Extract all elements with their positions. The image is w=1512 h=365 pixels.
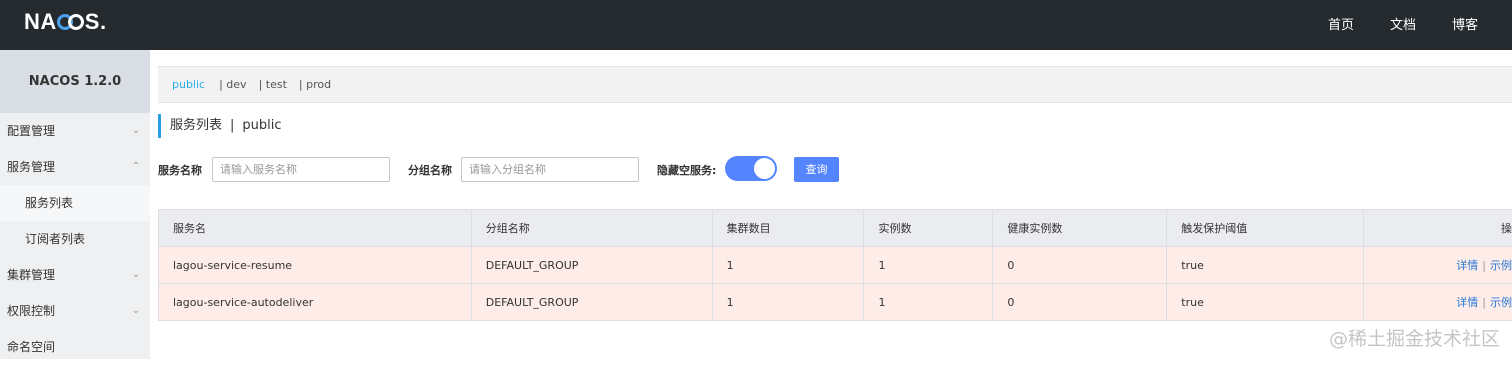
operations-cell: 详情 | 示例 — [1364, 247, 1512, 284]
table-header-row: 服务名 分组名称 集群数目 实例数 健康实例数 触发保护阈值 操 — [159, 210, 1512, 247]
instance-count-cell: 1 — [864, 284, 994, 321]
instance-count-cell: 1 — [864, 247, 994, 284]
detail-link[interactable]: 详情 — [1456, 259, 1478, 272]
nav-home-link[interactable]: 首页 — [1328, 14, 1354, 33]
namespace-bar: public | dev | test | prod — [158, 66, 1512, 103]
service-name-cell: lagou-service-resume — [159, 247, 472, 284]
group-name-cell: DEFAULT_GROUP — [471, 284, 713, 321]
sidebar-item-auth[interactable]: 权限控制 ⌄ — [0, 293, 150, 329]
namespace-test[interactable]: | test — [259, 78, 287, 91]
namespace-prod[interactable]: | prod — [299, 78, 331, 91]
toggle-knob — [754, 158, 775, 179]
sample-link[interactable]: 示例 — [1490, 296, 1512, 309]
hide-empty-toggle[interactable] — [725, 156, 777, 181]
column-header: 集群数目 — [712, 210, 865, 247]
table-row: lagou-service-resume DEFAULT_GROUP 1 1 0… — [159, 247, 1512, 284]
healthy-count-cell: 0 — [993, 247, 1168, 284]
healthy-count-cell: 0 — [993, 284, 1168, 321]
page-title-separator: | — [230, 118, 235, 133]
sidebar-item-service-list[interactable]: 服务列表 — [0, 185, 150, 221]
chevron-down-icon: ⌄ — [131, 125, 140, 136]
chevron-down-icon: ⌄ — [131, 305, 140, 316]
group-name-input[interactable]: 请输入分组名称 — [461, 157, 639, 182]
logo-co-mark — [56, 13, 85, 31]
operations-cell: 详情 | 示例 — [1364, 284, 1512, 321]
top-bar: NA S. 首页 文档 博客 — [0, 0, 1512, 50]
threshold-cell: true — [1167, 247, 1365, 284]
chevron-down-icon: ⌄ — [131, 269, 140, 280]
sidebar-item-cluster[interactable]: 集群管理 ⌄ — [0, 257, 150, 293]
service-name-input[interactable]: 请输入服务名称 — [212, 157, 390, 182]
namespace-dev[interactable]: | dev — [219, 78, 246, 91]
sample-link[interactable]: 示例 — [1490, 259, 1512, 272]
op-separator: | — [1482, 296, 1487, 309]
column-header: 分组名称 — [471, 210, 713, 247]
column-header: 服务名 — [159, 210, 472, 247]
group-name-cell: DEFAULT_GROUP — [471, 247, 713, 284]
namespace-public[interactable]: public — [172, 78, 205, 91]
service-name-label: 服务名称 — [158, 164, 202, 177]
top-nav: 首页 文档 博客 — [1328, 14, 1478, 33]
sidebar-item-namespace[interactable]: 命名空间 — [0, 329, 150, 365]
hide-empty-label: 隐藏空服务: — [657, 164, 717, 177]
column-header: 健康实例数 — [993, 210, 1168, 247]
sidebar-item-label: 服务列表 — [25, 196, 74, 210]
group-name-label: 分组名称 — [408, 164, 452, 177]
page-title-namespace: public — [242, 118, 282, 133]
sidebar-title: NACOS 1.2.0 — [0, 50, 150, 113]
nacos-logo[interactable]: NA S. — [24, 9, 107, 35]
column-header: 实例数 — [864, 210, 994, 247]
sidebar-item-label: 配置管理 — [7, 124, 56, 138]
sidebar: NACOS 1.2.0 配置管理 ⌄ 服务管理 ⌃ 服务列表 订阅者列表 集群管… — [0, 50, 150, 359]
sidebar-item-label: 命名空间 — [7, 340, 56, 354]
nav-blog-link[interactable]: 博客 — [1452, 14, 1478, 33]
sidebar-item-label: 集群管理 — [7, 268, 56, 282]
sidebar-item-label: 权限控制 — [7, 304, 56, 318]
query-button[interactable]: 查询 — [794, 157, 839, 182]
sidebar-item-config[interactable]: 配置管理 ⌄ — [0, 113, 150, 149]
service-table: 服务名 分组名称 集群数目 实例数 健康实例数 触发保护阈值 操 lagou-s… — [158, 209, 1512, 321]
threshold-cell: true — [1167, 284, 1365, 321]
table-row: lagou-service-autodeliver DEFAULT_GROUP … — [159, 284, 1512, 321]
sidebar-item-label: 服务管理 — [7, 160, 56, 174]
sidebar-item-label: 订阅者列表 — [25, 232, 86, 246]
sidebar-item-service-mgmt[interactable]: 服务管理 ⌃ — [0, 149, 150, 185]
page-title-text: 服务列表 — [170, 118, 223, 133]
page-title: 服务列表 | public — [158, 114, 282, 138]
column-header: 触发保护阈值 — [1167, 210, 1365, 247]
op-separator: | — [1482, 259, 1487, 272]
column-header: 操 — [1364, 210, 1512, 247]
cluster-count-cell: 1 — [712, 284, 865, 321]
detail-link[interactable]: 详情 — [1456, 296, 1478, 309]
sidebar-item-subscribers[interactable]: 订阅者列表 — [0, 221, 150, 257]
cluster-count-cell: 1 — [712, 247, 865, 284]
nav-docs-link[interactable]: 文档 — [1390, 14, 1416, 33]
watermark: @稀土掘金技术社区 — [1328, 328, 1500, 350]
service-name-cell: lagou-service-autodeliver — [159, 284, 472, 321]
chevron-up-icon: ⌃ — [131, 161, 140, 172]
